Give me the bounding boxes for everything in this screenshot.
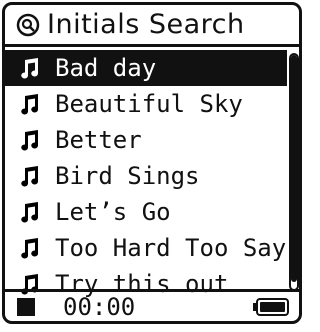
music-note-icon (21, 58, 39, 79)
list-item[interactable]: Let’s Go (5, 194, 287, 230)
playback-time: 00:00 (63, 292, 136, 321)
song-title: Better (55, 126, 142, 154)
music-note-icon (21, 94, 39, 115)
list-item[interactable]: Beautiful Sky (5, 86, 287, 122)
header-bar: Initials Search (5, 5, 299, 47)
music-note-icon (21, 130, 39, 151)
song-title: Beautiful Sky (55, 90, 243, 118)
battery-icon (253, 298, 289, 316)
music-note-icon (21, 238, 39, 259)
list-item[interactable]: Too Hard Too Say (5, 230, 287, 266)
scrollbar-thumb[interactable] (291, 55, 297, 282)
screen-title: Initials Search (47, 9, 245, 40)
list-item[interactable]: Bad day (5, 50, 287, 86)
list-item[interactable]: Bird Sings (5, 158, 287, 194)
song-title: Bird Sings (55, 162, 200, 190)
song-title: Too Hard Too Say (55, 234, 287, 262)
list-item[interactable]: Better (5, 122, 287, 158)
song-list[interactable]: Bad day Beautiful Sky Better Bird Sings … (5, 50, 287, 302)
song-title: Let’s Go (55, 198, 171, 226)
music-note-icon (21, 166, 39, 187)
music-note-icon (21, 202, 39, 223)
stop-icon (17, 297, 35, 316)
scrollbar[interactable] (289, 53, 299, 291)
device-screen: Initials Search Bad day Beautiful Sky Be… (2, 2, 302, 324)
status-bar: 00:00 (5, 289, 299, 321)
search-icon (16, 13, 40, 36)
song-title: Bad day (55, 54, 157, 82)
